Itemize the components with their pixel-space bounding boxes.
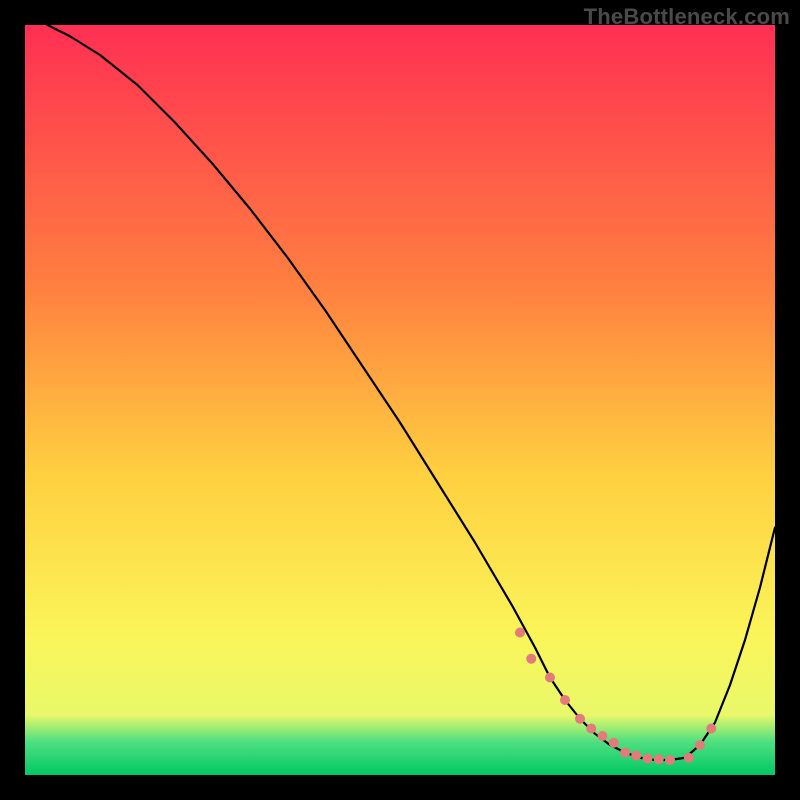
highlight-marker [706, 724, 716, 734]
highlight-marker [643, 754, 653, 764]
chart-stage: TheBottleneck.com [0, 0, 800, 800]
highlight-marker [609, 738, 619, 748]
highlight-marker [515, 628, 525, 638]
highlight-marker [620, 748, 630, 758]
highlight-marker [684, 753, 694, 763]
highlight-marker [526, 654, 536, 664]
highlight-marker [586, 724, 596, 734]
highlight-marker [545, 673, 555, 683]
watermark-text: TheBottleneck.com [584, 4, 790, 30]
plot-background [25, 25, 775, 775]
highlight-marker [654, 754, 664, 764]
highlight-marker [665, 755, 675, 765]
chart-svg [0, 0, 800, 800]
highlight-marker [598, 731, 608, 741]
highlight-marker [695, 740, 705, 750]
highlight-marker [560, 695, 570, 705]
highlight-marker [575, 714, 585, 724]
highlight-marker [631, 751, 641, 761]
